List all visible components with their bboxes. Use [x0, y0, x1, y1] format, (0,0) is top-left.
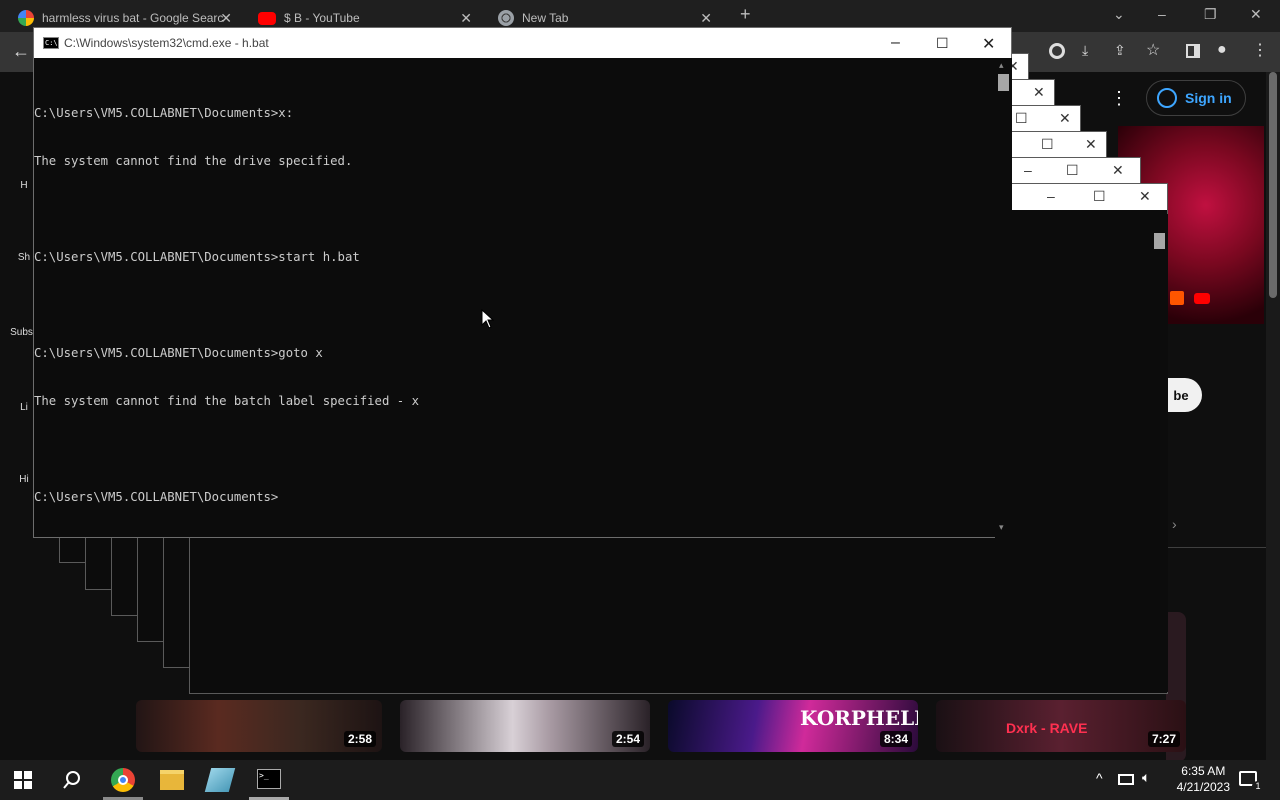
- mouse-cursor-icon: [481, 309, 495, 329]
- video-duration: 2:54: [611, 731, 644, 747]
- maximize-icon[interactable]: ☐: [1041, 136, 1054, 153]
- console-line: The system cannot find the batch label s…: [34, 394, 419, 408]
- console-line: The system cannot find the drive specifi…: [34, 154, 353, 168]
- clock[interactable]: 6:35 AM 4/21/2023: [1177, 763, 1230, 795]
- google-icon: [18, 10, 34, 26]
- console-output[interactable]: C:\Users\VM5.COLLABNET\Documents>x: The …: [34, 73, 994, 537]
- close-icon[interactable]: ✕: [1059, 110, 1071, 127]
- maximize-icon[interactable]: ☐: [936, 35, 949, 52]
- close-icon[interactable]: ✕: [220, 10, 232, 27]
- close-icon[interactable]: ✕: [1139, 188, 1151, 205]
- video-duration: 8:34: [879, 731, 912, 747]
- cmd-titlebar[interactable]: C:\ C:\Windows\system32\cmd.exe - h.bat …: [34, 28, 1011, 58]
- close-window-icon[interactable]: ✕: [1250, 6, 1262, 23]
- video-duration: 2:58: [343, 731, 376, 747]
- minimize-icon[interactable]: –: [1024, 162, 1032, 178]
- chevron-down-icon[interactable]: ⌄: [1113, 6, 1125, 23]
- scroll-down-icon[interactable]: ▾: [999, 522, 1004, 533]
- minimize-icon[interactable]: –: [891, 34, 900, 52]
- menu-dots-icon[interactable]: ⋮: [1252, 40, 1268, 60]
- google-lens-icon[interactable]: [1049, 43, 1065, 59]
- chevron-right-icon[interactable]: ›: [1172, 516, 1177, 532]
- close-icon[interactable]: ✕: [982, 34, 995, 54]
- cmd-scrollbar-thumb[interactable]: [1154, 233, 1165, 249]
- thumbnail-text: Dxrk - RAVE: [1006, 720, 1088, 736]
- cmd-title: C:\Windows\system32\cmd.exe - h.bat: [64, 36, 269, 50]
- minimize-icon[interactable]: –: [1158, 6, 1166, 22]
- cmd-scrollbar[interactable]: [1151, 214, 1168, 692]
- maximize-icon[interactable]: ☐: [1093, 188, 1106, 205]
- video-thumbnail-1[interactable]: 2:58: [136, 700, 382, 752]
- close-icon[interactable]: ✕: [700, 10, 712, 27]
- page-scrollbar[interactable]: [1266, 72, 1280, 760]
- tab-title: harmless virus bat - Google Searc: [42, 11, 224, 25]
- tab-title: $ B - YouTube: [284, 11, 360, 25]
- close-icon[interactable]: ✕: [460, 10, 472, 27]
- taskbar: >_ ^ 🔈︎ 6:35 AM 4/21/2023 1: [0, 760, 1280, 800]
- soundcloud-icon[interactable]: [1170, 291, 1184, 305]
- profile-icon[interactable]: ●: [1217, 41, 1227, 59]
- cmd-scrollbar[interactable]: ▴ ▾: [995, 58, 1012, 538]
- clock-date: 4/21/2023: [1176, 780, 1230, 794]
- cmd-scrollbar-thumb[interactable]: [998, 74, 1009, 91]
- cmd-window[interactable]: C:\ C:\Windows\system32\cmd.exe - h.bat …: [33, 27, 1012, 538]
- youtube-icon: [258, 11, 276, 25]
- network-icon[interactable]: [1118, 774, 1134, 785]
- video-thumbnail-2[interactable]: 2:54: [400, 700, 650, 752]
- chrome-taskbar-icon[interactable]: [111, 768, 135, 792]
- bookmark-star-icon[interactable]: ☆: [1146, 40, 1160, 60]
- clock-time: 6:35 AM: [1181, 764, 1226, 778]
- side-panel-icon[interactable]: [1186, 44, 1200, 58]
- search-icon[interactable]: [62, 770, 82, 790]
- console-line: C:\Users\VM5.COLLABNET\Documents>start h…: [34, 250, 360, 264]
- youtube-link-icon[interactable]: [1194, 293, 1210, 304]
- video-thumbnail-3[interactable]: KORPHELL 8:34: [668, 700, 918, 752]
- maximize-icon[interactable]: ☐: [1066, 162, 1079, 179]
- notification-count: 1: [1252, 781, 1264, 791]
- volume-icon[interactable]: 🔈︎: [1142, 769, 1150, 786]
- console-line: C:\Users\VM5.COLLABNET\Documents>x:: [34, 106, 294, 120]
- cmd-taskbar-icon[interactable]: >_: [257, 769, 281, 789]
- share-icon[interactable]: ⇪: [1114, 42, 1126, 59]
- close-icon[interactable]: ✕: [1085, 136, 1097, 153]
- file-explorer-icon[interactable]: [160, 770, 184, 790]
- cmd-app-icon: C:\: [43, 37, 59, 49]
- thumbnail-text: KORPHELL: [800, 706, 918, 730]
- close-icon[interactable]: ✕: [1112, 162, 1124, 179]
- minimize-icon[interactable]: –: [1047, 188, 1055, 204]
- sign-in-button[interactable]: Sign in: [1146, 80, 1246, 116]
- sign-in-label: Sign in: [1185, 90, 1232, 106]
- scroll-up-icon[interactable]: ▴: [999, 60, 1004, 71]
- video-duration: 7:27: [1147, 731, 1180, 747]
- chevron-up-icon[interactable]: ^: [1096, 770, 1103, 786]
- video-thumbnail-4[interactable]: Dxrk - RAVE 7:27: [936, 700, 1186, 752]
- console-line: C:\Users\VM5.COLLABNET\Documents>goto x: [34, 346, 323, 360]
- divider: [1166, 547, 1266, 548]
- close-icon[interactable]: ✕: [1033, 84, 1045, 101]
- back-arrow-icon[interactable]: ←: [12, 41, 30, 62]
- subscribe-label: be: [1173, 387, 1189, 403]
- chrome-icon: [498, 10, 514, 26]
- restore-icon[interactable]: ❐: [1204, 6, 1217, 23]
- maximize-icon[interactable]: ☐: [1015, 110, 1028, 127]
- windows-start-icon[interactable]: [14, 771, 32, 789]
- more-options-icon[interactable]: ⋮: [1110, 88, 1128, 109]
- tab-title: New Tab: [522, 11, 569, 25]
- console-prompt: C:\Users\VM5.COLLABNET\Documents>: [34, 490, 279, 504]
- notepad-icon[interactable]: [204, 768, 236, 792]
- download-icon[interactable]: ⤓: [1082, 42, 1088, 59]
- page-scrollbar-thumb[interactable]: [1269, 72, 1277, 298]
- account-circle-icon: [1157, 88, 1177, 108]
- new-tab-button[interactable]: +: [740, 4, 751, 25]
